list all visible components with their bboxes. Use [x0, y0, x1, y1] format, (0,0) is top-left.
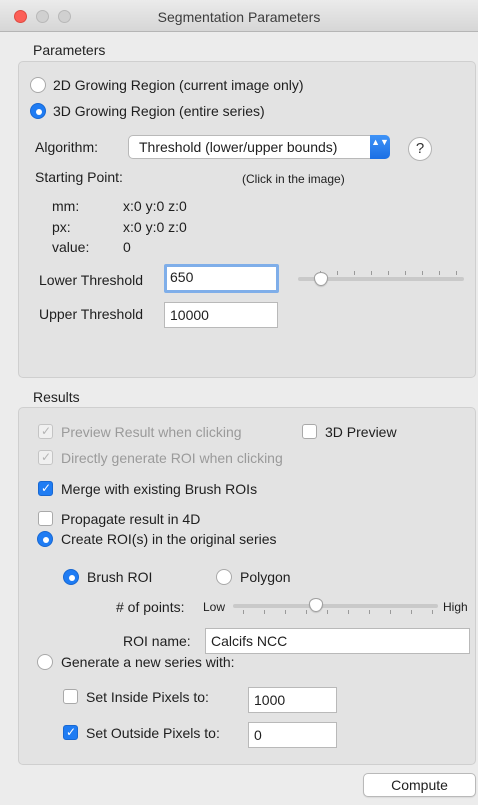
value-label: value:: [52, 239, 90, 255]
select-arrows-icon: ▲▼: [370, 135, 390, 159]
window-title: Segmentation Parameters: [157, 9, 321, 25]
upper-threshold-label: Upper Threshold: [39, 306, 144, 322]
mm-value: x:0 y:0 z:0: [123, 198, 187, 214]
brush-roi-label: Brush ROI: [87, 569, 153, 585]
threshold-slider[interactable]: [298, 268, 464, 288]
value-value: 0: [123, 239, 131, 255]
threshold-slider-knob[interactable]: [314, 272, 328, 286]
mode-2d-radio[interactable]: [30, 77, 46, 93]
points-high-label: High: [443, 600, 468, 614]
preview-3d-label: 3D Preview: [325, 424, 397, 440]
lower-threshold-label: Lower Threshold: [39, 272, 144, 288]
merge-brush-checkbox[interactable]: ✓: [38, 481, 53, 496]
set-outside-checkbox[interactable]: ✓: [63, 725, 78, 740]
polygon-radio[interactable]: [216, 569, 232, 585]
mm-label: mm:: [52, 198, 80, 214]
merge-brush-label: Merge with existing Brush ROIs: [61, 481, 258, 497]
preview-3d-checkbox[interactable]: [302, 424, 317, 439]
starting-point-label: Starting Point:: [35, 169, 123, 185]
help-button[interactable]: ?: [408, 137, 432, 161]
parameters-section-label: Parameters: [33, 42, 106, 58]
px-value: x:0 y:0 z:0: [123, 219, 187, 235]
lower-threshold-field[interactable]: 650: [164, 264, 279, 293]
create-rois-radio[interactable]: [37, 531, 53, 547]
points-low-label: Low: [203, 600, 226, 614]
polygon-label: Polygon: [240, 569, 291, 585]
direct-generate-checkbox[interactable]: ✓: [38, 450, 53, 465]
create-rois-label: Create ROI(s) in the original series: [61, 531, 277, 547]
mode-3d-radio[interactable]: [30, 103, 46, 119]
set-inside-label: Set Inside Pixels to:: [86, 689, 209, 705]
roi-name-label: ROI name:: [123, 633, 191, 649]
brush-roi-radio[interactable]: [63, 569, 79, 585]
new-series-radio[interactable]: [37, 654, 53, 670]
points-label: # of points:: [116, 599, 185, 615]
results-section-label: Results: [33, 389, 80, 405]
algorithm-select-value: Threshold (lower/upper bounds): [139, 139, 338, 155]
set-inside-field[interactable]: 1000: [248, 687, 337, 713]
points-slider[interactable]: [233, 596, 438, 616]
propagate-4d-label: Propagate result in 4D: [61, 511, 201, 527]
algorithm-label: Algorithm:: [35, 139, 99, 155]
upper-threshold-field[interactable]: 10000: [164, 302, 278, 328]
propagate-4d-checkbox[interactable]: [38, 511, 53, 526]
px-label: px:: [52, 219, 71, 235]
preview-clicking-label: Preview Result when clicking: [61, 424, 242, 440]
roi-name-field[interactable]: Calcifs NCC: [205, 628, 470, 654]
points-slider-knob[interactable]: [309, 598, 323, 612]
preview-clicking-checkbox[interactable]: ✓: [38, 424, 53, 439]
algorithm-select[interactable]: Threshold (lower/upper bounds) ▲▼: [128, 135, 390, 159]
compute-button[interactable]: Compute: [363, 773, 476, 797]
direct-generate-label: Directly generate ROI when clicking: [61, 450, 283, 466]
set-outside-field[interactable]: 0: [248, 722, 337, 748]
mode-3d-label: 3D Growing Region (entire series): [53, 103, 265, 119]
title-bar: Segmentation Parameters: [0, 0, 478, 32]
set-inside-checkbox[interactable]: [63, 689, 78, 704]
mode-2d-label: 2D Growing Region (current image only): [53, 77, 304, 93]
set-outside-label: Set Outside Pixels to:: [86, 725, 220, 741]
new-series-label: Generate a new series with:: [61, 654, 235, 670]
click-hint: (Click in the image): [242, 172, 345, 186]
